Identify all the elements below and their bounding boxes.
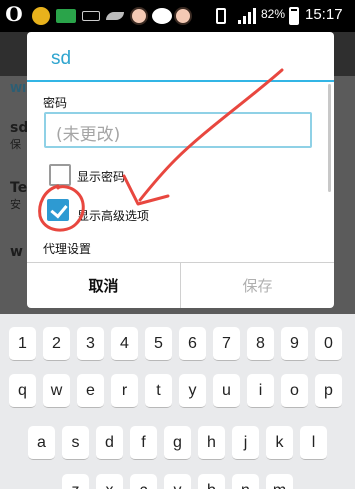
key-t[interactable]: t [145, 374, 172, 408]
key-c[interactable]: c [130, 474, 157, 489]
wifi-network-dialog: sd 密码 (未更改) 显示密码 显示高级选项 代理设置 取消 保存 [27, 32, 334, 308]
password-placeholder: (未更改) [56, 125, 121, 145]
key-o[interactable]: o [281, 374, 308, 408]
app-88-icon [56, 9, 76, 23]
key-0[interactable]: 0 [315, 327, 342, 361]
show-password-checkbox[interactable] [49, 164, 71, 186]
key-x[interactable]: x [96, 474, 123, 489]
show-password-label[interactable]: 显示密码 [77, 168, 125, 185]
key-s[interactable]: s [62, 426, 89, 460]
key-r[interactable]: r [111, 374, 138, 408]
key-y[interactable]: y [179, 374, 206, 408]
phone-icon [216, 8, 226, 24]
key-4[interactable]: 4 [111, 327, 138, 361]
keyboard-row-numbers: 1234567890 [0, 327, 355, 362]
battery-percent: 82% [261, 7, 286, 21]
title-divider [27, 80, 334, 82]
opera-icon: O [5, 2, 23, 26]
key-z[interactable]: z [62, 474, 89, 489]
background-row-subtitle: 安 [10, 198, 21, 211]
key-6[interactable]: 6 [179, 327, 206, 361]
leaf-icon [106, 12, 124, 20]
key-8[interactable]: 8 [247, 327, 274, 361]
save-button[interactable]: 保存 [181, 263, 334, 308]
key-2[interactable]: 2 [43, 327, 70, 361]
key-j[interactable]: j [232, 426, 259, 460]
key-l[interactable]: l [300, 426, 327, 460]
key-1[interactable]: 1 [9, 327, 36, 361]
cancel-button[interactable]: 取消 [27, 263, 181, 308]
qq-icon [32, 7, 50, 25]
key-n[interactable]: n [232, 474, 259, 489]
avatar-icon [174, 7, 192, 25]
dialog-title: sd [51, 48, 72, 69]
key-i[interactable]: i [247, 374, 274, 408]
background-row-subtitle: 保 [10, 138, 21, 151]
keyboard-row-top: qwertyuiop [0, 374, 355, 409]
background-row-title: Te [10, 180, 28, 196]
key-5[interactable]: 5 [145, 327, 172, 361]
password-label: 密码 [43, 96, 68, 110]
key-d[interactable]: d [96, 426, 123, 460]
background-row-title: sd [10, 120, 29, 136]
avatar-icon [130, 7, 148, 25]
key-v[interactable]: v [164, 474, 191, 489]
key-e[interactable]: e [77, 374, 104, 408]
key-u[interactable]: u [213, 374, 240, 408]
background-row: sd 保 [10, 120, 28, 152]
keyboard-icon [82, 11, 100, 21]
signal-icon [238, 8, 256, 24]
key-9[interactable]: 9 [281, 327, 308, 361]
key-h[interactable]: h [198, 426, 225, 460]
key-q[interactable]: q [9, 374, 36, 408]
key-3[interactable]: 3 [77, 327, 104, 361]
key-b[interactable]: b [198, 474, 225, 489]
key-w[interactable]: w [43, 374, 70, 408]
background-row: Te 安 [10, 180, 27, 212]
key-a[interactable]: a [28, 426, 55, 460]
key-g[interactable]: g [164, 426, 191, 460]
status-bar: O 82% 15:17 [0, 0, 355, 32]
background-row-title: w [10, 244, 23, 260]
scrollbar[interactable] [328, 84, 331, 192]
key-m[interactable]: m [266, 474, 293, 489]
clock: 15:17 [305, 6, 343, 23]
key-7[interactable]: 7 [213, 327, 240, 361]
show-advanced-label[interactable]: 显示高级选项 [77, 207, 149, 224]
soft-keyboard: 1234567890 qwertyuiop asdfghjkl zxcvbnm [0, 314, 355, 489]
background-row: w [10, 244, 23, 260]
keyboard-row-bottom: zxcvbnm [0, 474, 355, 489]
password-input[interactable]: (未更改) [44, 112, 312, 148]
proxy-settings-label: 代理设置 [43, 242, 92, 256]
key-p[interactable]: p [315, 374, 342, 408]
keyboard-row-middle: asdfghjkl [0, 426, 355, 461]
key-k[interactable]: k [266, 426, 293, 460]
key-f[interactable]: f [130, 426, 157, 460]
wechat-icon [152, 8, 172, 24]
dialog-button-bar: 取消 保存 [27, 262, 334, 308]
background-section-label: WI [10, 82, 27, 95]
battery-icon [289, 7, 299, 25]
show-advanced-checkbox[interactable] [47, 199, 69, 221]
